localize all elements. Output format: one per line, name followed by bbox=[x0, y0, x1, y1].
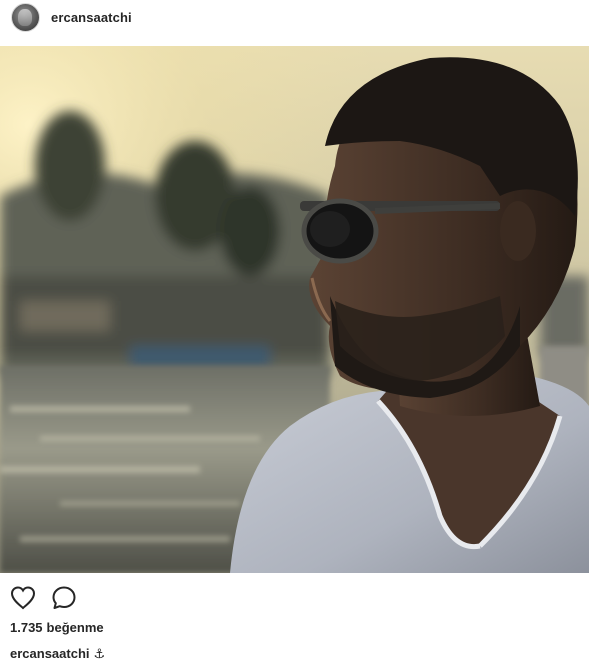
post-photo[interactable] bbox=[0, 46, 589, 573]
likes-label: beğenme bbox=[46, 620, 104, 635]
likes-count[interactable]: 1.735 beğenme bbox=[10, 620, 104, 635]
avatar[interactable] bbox=[11, 3, 40, 32]
post-header: ercansaatchi bbox=[0, 0, 589, 36]
post-username[interactable]: ercansaatchi bbox=[51, 10, 132, 25]
likes-number: 1.735 bbox=[10, 620, 43, 635]
comment-bubble-icon[interactable] bbox=[50, 584, 78, 612]
post-caption: ercansaatchi ⚓ bbox=[10, 646, 105, 662]
post-actions bbox=[0, 584, 589, 612]
caption-username[interactable]: ercansaatchi bbox=[10, 646, 90, 661]
caption-text: ⚓ bbox=[93, 646, 106, 661]
heart-outline-icon[interactable] bbox=[9, 584, 37, 612]
